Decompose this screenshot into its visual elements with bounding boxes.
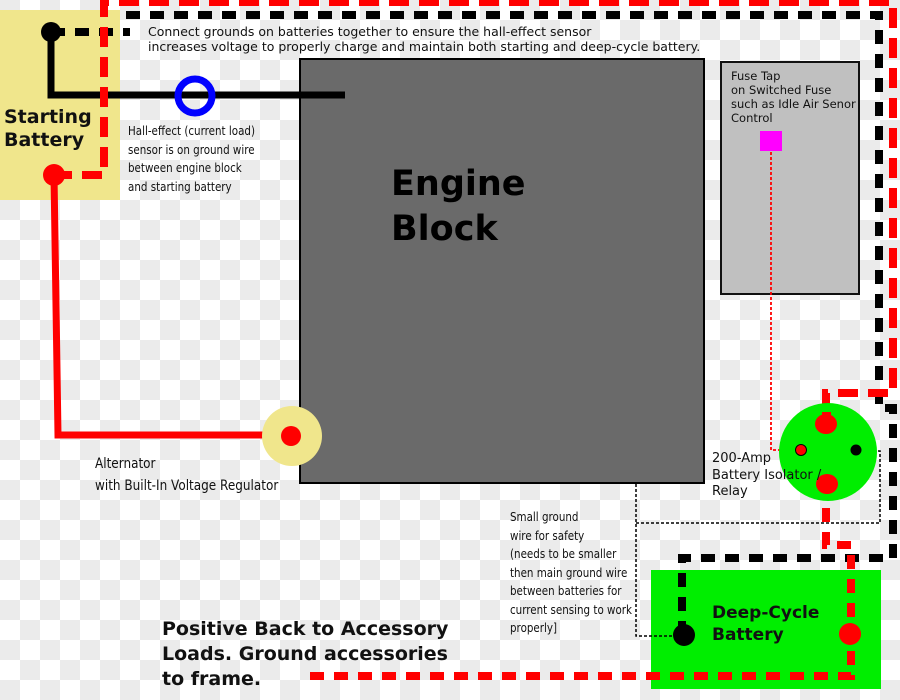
- accessory-note: Positive Back to Accessory Loads. Ground…: [162, 618, 449, 690]
- starting-battery-label: Starting Battery: [4, 106, 92, 151]
- deep-cycle-positive-terminal: [839, 623, 861, 645]
- alternator-terminal: [281, 426, 301, 446]
- alternator-wire: [50, 174, 291, 439]
- isolator-top-terminal: [815, 414, 837, 434]
- isolator-ground-terminal: [850, 444, 862, 456]
- starting-battery-ground-terminal: [41, 22, 61, 42]
- alternator-label: Alternator with Built-In Voltage Regulat…: [95, 456, 279, 494]
- engine-block-label: Engine Block: [391, 164, 526, 249]
- isolator-label: 200-Amp Battery Isolator / Relay: [712, 451, 822, 499]
- deep-cycle-ground-terminal: [673, 624, 695, 646]
- connect-grounds-note: Connect grounds on batteries together to…: [148, 24, 701, 54]
- starting-battery-positive-terminal: [43, 164, 65, 186]
- hall-effect-note: Hall-effect (current load) sensor is on …: [128, 124, 255, 194]
- deep-cycle-battery-label: Deep-Cycle Battery: [712, 603, 820, 645]
- small-ground-note: Small ground wire for safety (needs to b…: [510, 510, 633, 635]
- fuse-tap: [760, 131, 782, 151]
- fuse-tap-label: Fuse Tap on Switched Fuse such as Idle A…: [731, 69, 856, 125]
- engine-block: [299, 58, 705, 484]
